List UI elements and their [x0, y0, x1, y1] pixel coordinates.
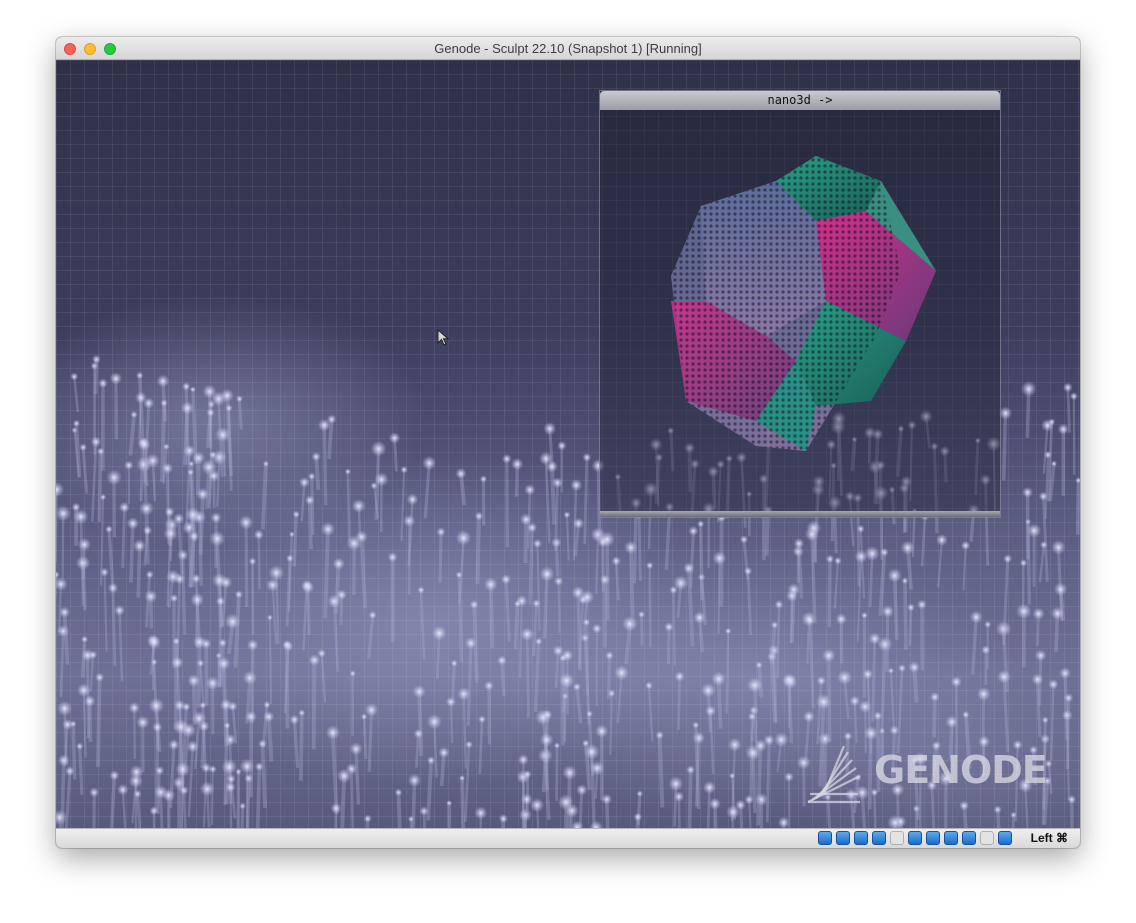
host-key-arrow-icon[interactable]: [998, 831, 1012, 845]
nano3d-window[interactable]: nano3d ->: [599, 90, 1001, 518]
genode-logo-mark: [807, 745, 861, 804]
dodecahedron-graphic: [671, 156, 936, 451]
capture-icon[interactable]: [944, 831, 958, 845]
video-capture-icon[interactable]: [926, 831, 940, 845]
hard-disk-icon[interactable]: [818, 831, 832, 845]
virtualbox-window: Genode - Sculpt 22.10 (Snapshot 1) [Runn…: [56, 37, 1080, 848]
genode-logo-text: GENODE: [874, 748, 1048, 792]
nano3d-bottom-border: [600, 511, 1000, 517]
title-bar[interactable]: Genode - Sculpt 22.10 (Snapshot 1) [Runn…: [56, 37, 1080, 60]
status-icons: [818, 831, 1012, 847]
mouse-integration-icon[interactable]: [962, 831, 976, 845]
host-key-label[interactable]: Left ⌘: [1031, 831, 1068, 845]
window-title: Genode - Sculpt 22.10 (Snapshot 1) [Runn…: [434, 41, 702, 56]
optical-drive-icon[interactable]: [836, 831, 850, 845]
network-icon[interactable]: [854, 831, 868, 845]
display-icon[interactable]: [908, 831, 922, 845]
guest-desktop[interactable]: nano3d -> GENODE: [56, 60, 1080, 828]
shared-folder-icon[interactable]: [890, 831, 904, 845]
genode-logo: GENODE: [804, 740, 1048, 810]
mouse-pointer-icon: [437, 329, 450, 346]
nano3d-title: nano3d ->: [767, 93, 833, 107]
cpu-icon[interactable]: [980, 831, 994, 845]
nano3d-titlebar[interactable]: nano3d ->: [600, 91, 1000, 110]
vm-status-bar: Left ⌘: [56, 828, 1080, 848]
usb-icon[interactable]: [872, 831, 886, 845]
